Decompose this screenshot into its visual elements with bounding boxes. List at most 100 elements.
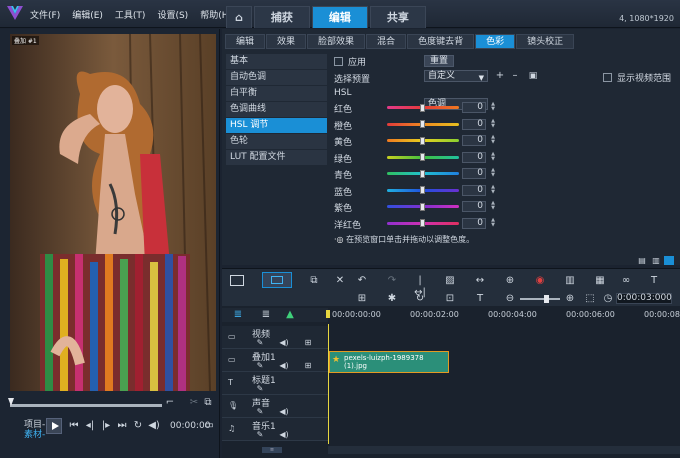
category-color-wheel[interactable]: 色轮 xyxy=(226,134,327,149)
track-edit-icon[interactable]: ✎ xyxy=(254,360,266,372)
menu-tools[interactable]: 工具(T) xyxy=(115,8,146,21)
category-auto-tone[interactable]: 自动色调 xyxy=(226,70,327,85)
volume-icon[interactable]: ◀) xyxy=(148,420,160,432)
text-icon[interactable]: T xyxy=(474,293,486,305)
panel-icon-3[interactable] xyxy=(664,256,674,265)
color-value-input[interactable]: 0 xyxy=(462,118,486,130)
split-screen-icon[interactable]: ⊡ xyxy=(444,293,456,305)
save-preset-icon[interactable]: ▣ xyxy=(527,70,539,82)
category-white-balance[interactable]: 白平衡 xyxy=(226,86,327,101)
screen-icon[interactable]: ▭ xyxy=(203,420,215,432)
play-button[interactable] xyxy=(46,418,62,434)
spin-icon[interactable]: ▲ ▼ xyxy=(490,217,496,229)
motion-icon[interactable]: ⊕ xyxy=(504,275,516,287)
grid-icon[interactable]: ⊞ xyxy=(356,293,368,305)
color-value-input[interactable]: 0 xyxy=(462,201,486,212)
time-ruler[interactable]: 00:00:00:00 00:00:02:00 00:00:04:00 00:0… xyxy=(328,310,680,322)
track-grid-icon[interactable]: ⊞ xyxy=(302,360,314,372)
color-slider-thumb[interactable] xyxy=(420,103,425,112)
track-edit-icon[interactable]: ✎ xyxy=(254,406,266,418)
zoom-out-icon[interactable]: ⊖ xyxy=(504,293,516,305)
repeat-icon[interactable]: ↻ xyxy=(132,420,144,432)
link-icon[interactable]: ∞ xyxy=(620,275,632,287)
tab-effects[interactable]: 效果 xyxy=(266,34,307,49)
fit-icon[interactable]: |↔| xyxy=(414,275,426,298)
category-hsl[interactable]: HSL 调节 xyxy=(226,118,327,133)
tab-edit[interactable]: 编辑 xyxy=(311,6,368,28)
track-mute-icon[interactable]: ◀) xyxy=(278,337,290,349)
track-edit-icon[interactable]: ✎ xyxy=(254,429,266,441)
ripple-icon[interactable]: ↔ xyxy=(474,275,486,287)
chapter-icon[interactable]: ≣ xyxy=(260,309,272,321)
color-slider-thumb[interactable] xyxy=(420,202,425,211)
tab-color[interactable]: 色彩 xyxy=(475,34,516,49)
color-slider-thumb[interactable] xyxy=(420,186,425,194)
effects-icon[interactable]: ✱ xyxy=(386,293,398,305)
scrub-bar[interactable] xyxy=(10,404,162,407)
split-icon[interactable]: ✂ xyxy=(188,397,200,409)
track-edit-icon[interactable]: ✎ xyxy=(254,383,266,395)
color-value-input[interactable]: 0 xyxy=(462,184,486,196)
spin-icon[interactable]: ▲ ▼ xyxy=(490,102,496,113)
menu-settings[interactable]: 设置(S) xyxy=(157,8,188,21)
preview-image[interactable]: 叠加 #1 xyxy=(10,34,216,391)
track-scroll-handle[interactable]: ≡ xyxy=(262,447,282,453)
step-back-icon[interactable]: ◂| xyxy=(84,420,96,432)
step-forward-icon[interactable]: |▸ xyxy=(100,420,112,432)
show-range-checkbox[interactable] xyxy=(603,73,612,82)
tools-icon[interactable]: ✕ xyxy=(334,275,346,287)
reset-button[interactable]: 重置 xyxy=(424,55,454,67)
spin-icon[interactable]: ▲ ▼ xyxy=(490,201,496,212)
skip-end-icon[interactable]: ⏭ xyxy=(116,420,128,432)
target-icon[interactable]: ·◎ xyxy=(334,235,344,244)
track-edit-icon[interactable]: ✎ xyxy=(254,337,266,349)
undo-multi-icon[interactable]: ⧉ xyxy=(308,275,320,287)
color-slider-thumb[interactable] xyxy=(420,219,425,227)
multi-camera-icon[interactable]: ▦ xyxy=(594,275,606,287)
tab-lens-correction[interactable]: 镜头校正 xyxy=(516,34,575,49)
panel-icon-1[interactable]: ▤ xyxy=(636,255,648,267)
tab-face-effects[interactable]: 脸部效果 xyxy=(307,34,366,49)
timeline-scrollbar[interactable] xyxy=(328,446,680,454)
color-value-input[interactable]: 0 xyxy=(462,168,486,179)
color-value-input[interactable]: 0 xyxy=(462,217,486,229)
redo-icon[interactable]: ↷ xyxy=(386,275,398,287)
marker-icon[interactable]: ▲ xyxy=(284,309,296,321)
project-duration[interactable]: 0:00:03:000 xyxy=(616,293,672,304)
timeline-view-button[interactable] xyxy=(262,272,292,288)
color-slider-thumb[interactable] xyxy=(420,153,425,161)
playhead[interactable] xyxy=(326,310,330,318)
spin-icon[interactable]: ▲ ▼ xyxy=(490,118,496,130)
remove-preset-icon[interactable]: – xyxy=(509,70,521,82)
clock-icon[interactable]: ◷ xyxy=(602,293,614,305)
tab-share[interactable]: 共享 xyxy=(369,6,426,28)
storyboard-view-icon[interactable] xyxy=(230,275,244,286)
tab-edit-options[interactable]: 编辑 xyxy=(225,34,266,49)
zoom-slider[interactable] xyxy=(520,298,560,300)
spin-icon[interactable]: ▲ ▼ xyxy=(490,168,496,179)
track-mute-icon[interactable]: ◀) xyxy=(278,406,290,418)
image-icon[interactable]: ▨ xyxy=(444,275,456,287)
apply-checkbox[interactable] xyxy=(334,57,343,66)
track-mute-icon[interactable]: ◀) xyxy=(278,360,290,372)
zoom-slider-thumb[interactable] xyxy=(544,295,549,303)
overlay-clip[interactable]: ★ pexels-luizph-1989378 (1).jpg xyxy=(329,351,449,373)
category-lut[interactable]: LUT 配置文件 xyxy=(226,150,327,165)
mix-icon[interactable]: ▥ xyxy=(564,275,576,287)
color-value-input[interactable]: 0 xyxy=(462,102,486,113)
menu-edit[interactable]: 编辑(E) xyxy=(72,8,103,21)
spin-icon[interactable]: ▲ ▼ xyxy=(490,151,496,163)
spin-icon[interactable]: ▲ ▼ xyxy=(490,184,496,196)
tab-capture[interactable]: 捕获 xyxy=(253,6,310,28)
menu-file[interactable]: 文件(F) xyxy=(30,8,60,21)
tab-blend[interactable]: 混合 xyxy=(366,34,407,49)
track-grid-icon[interactable]: ⊞ xyxy=(302,337,314,349)
add-preset-icon[interactable]: + xyxy=(494,70,506,82)
record-icon[interactable]: ◉ xyxy=(534,275,546,287)
skip-start-icon[interactable]: ⏮ xyxy=(68,420,80,432)
color-slider-thumb[interactable] xyxy=(420,169,425,178)
spin-icon[interactable]: ▲ ▼ xyxy=(490,135,496,146)
undo-icon[interactable]: ↶ xyxy=(356,275,368,287)
category-tone-curve[interactable]: 色调曲线 xyxy=(226,102,327,117)
tab-chroma-key[interactable]: 色度键去背 xyxy=(407,34,475,49)
